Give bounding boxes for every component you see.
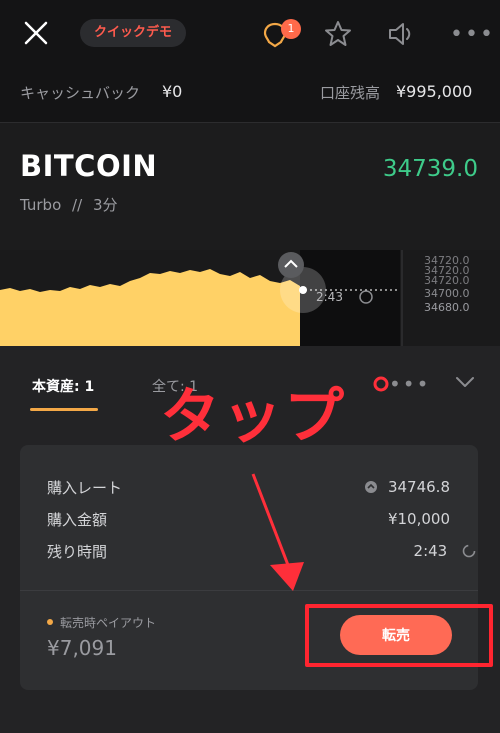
payout-label: 転売時ペイアウト <box>60 616 157 630</box>
chart-countdown: 2:43 <box>316 290 343 304</box>
payout-dot <box>47 619 53 625</box>
price-tick: 34700.0 <box>424 287 470 300</box>
time-remaining-value: 2:43 <box>414 542 476 560</box>
asset-separator: // <box>72 196 83 214</box>
asset-price: 34739.0 <box>382 156 478 182</box>
notification-count-badge: 1 <box>281 19 301 39</box>
purchase-rate-label: 購入レート <box>47 479 123 497</box>
asset-name: BITCOIN <box>20 149 158 183</box>
chevron-down-icon[interactable] <box>454 374 476 390</box>
chart-scroll-handle[interactable] <box>278 252 304 278</box>
tap-annotation: タップ <box>160 382 346 452</box>
price-chart[interactable]: 2:43 34720.0 34720.0 34720.0 34700.0 346… <box>0 250 500 346</box>
price-tick: 34680.0 <box>424 301 470 314</box>
pin-icon <box>364 481 377 493</box>
cashback-label: キャッシュバック <box>20 84 141 102</box>
top-bar <box>0 0 500 66</box>
purchase-rate-number: 34746.8 <box>387 478 450 496</box>
timer-icon <box>462 544 476 558</box>
purchase-amount-value: ¥10,000 <box>387 510 450 528</box>
panel-more-icon[interactable]: ••• <box>389 372 430 396</box>
star-icon[interactable] <box>323 19 353 49</box>
quick-demo-badge[interactable]: クイックデモ <box>80 19 187 47</box>
payout-value: ¥7,091 <box>47 636 117 660</box>
price-axis: 34720.0 34720.0 34720.0 34700.0 34680.0 <box>424 254 470 314</box>
sell-button-highlight <box>305 604 493 667</box>
price-tick: 34720.0 <box>424 274 470 287</box>
card-divider <box>20 590 478 591</box>
balance-value: ¥995,000 <box>396 82 473 101</box>
purchase-amount-label: 購入金額 <box>47 511 108 529</box>
asset-duration: 3分 <box>92 196 118 214</box>
asset-type: Turbo <box>20 196 62 214</box>
cashback-value: ¥0 <box>162 82 183 101</box>
purchase-rate-value: 34746.8 <box>364 478 450 496</box>
asset-subtitle: Turbo // 3分 <box>20 194 117 215</box>
close-icon[interactable] <box>22 19 50 47</box>
tab-active-indicator <box>30 408 98 411</box>
more-icon[interactable]: ••• <box>450 22 495 47</box>
tab-current-asset[interactable]: 本資産: 1 <box>32 376 94 396</box>
time-remaining-number: 2:43 <box>413 542 448 560</box>
balance-label: 口座残高 <box>320 84 381 102</box>
time-remaining-label: 残り時間 <box>47 543 108 561</box>
speaker-icon[interactable] <box>386 19 416 49</box>
